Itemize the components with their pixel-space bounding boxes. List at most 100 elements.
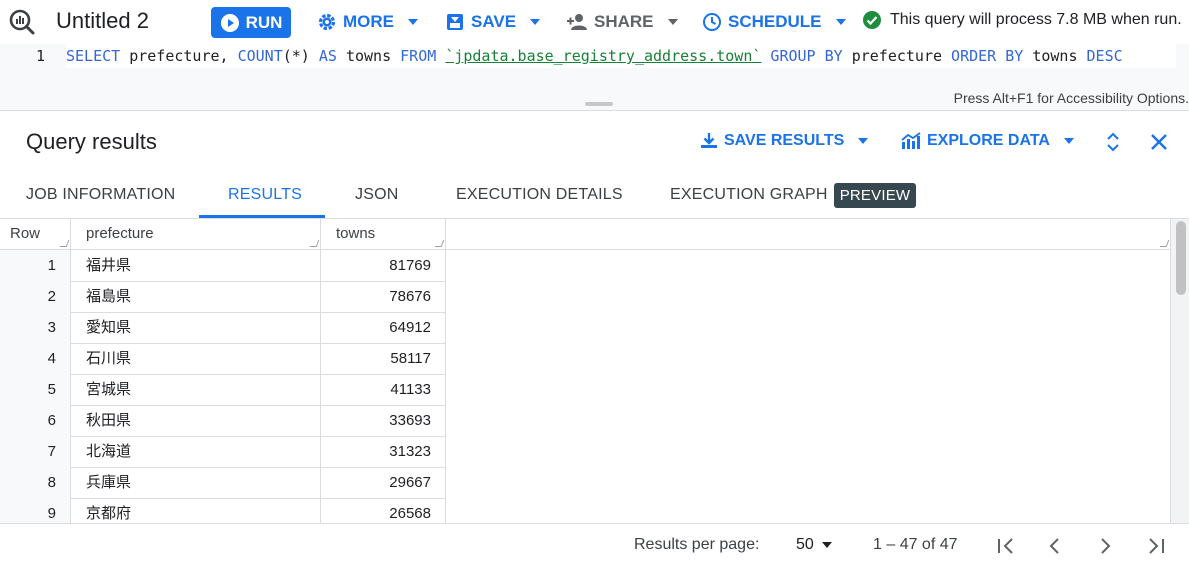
sql-line[interactable]: SELECT prefecture, COUNT(*) AS towns FRO… [66,44,1176,68]
column-header-towns[interactable]: towns [321,219,446,249]
results-title: Query results [26,129,157,154]
table-row[interactable]: 4 石川県 58117 [0,343,446,375]
explore-data-button[interactable]: EXPLORE DATA [901,132,1074,150]
row-number-cell: 7 [0,436,71,467]
table-header: Row prefecture towns [0,219,1170,250]
column-resize-handle[interactable] [309,240,320,247]
tab-json[interactable]: JSON [355,172,398,218]
chevron-down-icon [408,19,418,25]
chevron-down-icon [821,542,832,548]
tab-execution-details[interactable]: EXECUTION DETAILS [456,172,623,218]
per-page-select[interactable]: 50 [796,536,832,554]
column-header-label: prefecture [86,225,154,242]
chevron-down-icon [1063,138,1074,144]
prefecture-cell: 兵庫県 [71,467,321,498]
pagination-bar: Results per page: 50 1 – 47 of 47 [0,523,1189,565]
chevron-right-icon[interactable] [1093,534,1117,558]
status-text: This query will process 7.8 MB when run. [890,11,1182,28]
tab-execution-graph-label: EXECUTION GRAPH [670,186,828,203]
tab-execution-graph[interactable]: EXECUTION GRAPH PREVIEW [670,172,917,218]
row-number-cell: 3 [0,312,71,343]
last-page-icon[interactable] [1144,534,1168,558]
towns-cell: 41133 [321,374,446,405]
tab-results[interactable]: RESULTS [228,172,302,218]
sql-keyword: ORDER BY [951,47,1024,65]
column-header-filler [446,219,1170,249]
save-icon [447,14,463,30]
share-menu-label: SHARE [594,12,654,31]
column-header-prefecture[interactable]: prefecture [71,219,321,249]
save-results-label: SAVE RESULTS [724,132,845,149]
run-button[interactable]: RUN [211,7,291,38]
column-header-label: towns [336,225,376,242]
table-row[interactable]: 2 福島県 78676 [0,281,446,313]
sql-table-reference[interactable]: `jpdata.base_registry_address.town` [445,47,761,65]
prefecture-cell: 宮城県 [71,374,321,405]
gear-icon [318,13,336,31]
towns-cell: 26568 [321,498,446,523]
towns-cell: 29667 [321,467,446,498]
run-button-label: RUN [245,12,283,32]
table-row[interactable]: 7 北海道 31323 [0,436,446,468]
sql-keyword: FROM [400,47,437,65]
save-menu-button[interactable]: SAVE [445,10,541,34]
prefecture-cell: 秋田県 [71,405,321,436]
column-header-row[interactable]: Row [0,219,71,249]
column-resize-handle[interactable] [434,240,445,247]
towns-cell: 58117 [321,343,446,374]
sql-text: (*) [282,47,319,65]
query-tab-title[interactable]: Untitled 2 [56,8,149,34]
chevron-left-icon[interactable] [1043,534,1067,558]
save-results-button[interactable]: SAVE RESULTS [700,132,869,150]
share-menu-button[interactable]: SHARE [566,10,678,34]
table-row[interactable]: 3 愛知県 64912 [0,312,446,344]
table-row[interactable]: 8 兵庫県 29667 [0,467,446,499]
query-toolbar: Untitled 2 RUN MORE SAVE SHARE SCHEDULE … [0,0,1189,44]
schedule-menu-label: SCHEDULE [728,12,822,31]
chevron-down-icon [835,19,846,25]
sql-keyword: DESC [1086,47,1123,65]
sql-function: COUNT [237,47,283,65]
results-tabs: JOB INFORMATION RESULTS JSON EXECUTION D… [0,172,1189,219]
more-menu-label: MORE [343,12,394,31]
row-number-cell: 6 [0,405,71,436]
column-resize-handle[interactable] [1159,240,1170,247]
accessibility-hint: Press Alt+F1 for Accessibility Options. [953,90,1189,106]
vertical-scrollbar[interactable] [1170,219,1189,523]
prefecture-cell: 石川県 [71,343,321,374]
sql-keyword: SELECT [66,47,121,65]
table-row[interactable]: 6 秋田県 33693 [0,405,446,437]
sql-keyword: AS [318,47,337,65]
sql-keyword: GROUP BY [770,47,843,65]
table-row[interactable]: 1 福井県 81769 [0,250,446,282]
chevron-down-icon [667,19,678,25]
more-menu-button[interactable]: MORE [317,10,418,34]
row-number-cell: 5 [0,374,71,405]
play-circle-icon [220,13,239,32]
tab-job-information[interactable]: JOB INFORMATION [26,172,175,218]
close-icon[interactable] [1149,132,1169,152]
prefecture-cell: 京都府 [71,498,321,523]
towns-cell: 81769 [321,250,446,281]
per-page-label: Results per page: [634,536,760,553]
prefecture-cell: 北海道 [71,436,321,467]
active-tab-indicator [199,215,325,218]
towns-cell: 64912 [321,312,446,343]
first-page-icon[interactable] [994,534,1018,558]
clock-icon [703,13,721,31]
sql-text: prefecture, [120,47,238,65]
per-page-value: 50 [796,536,814,553]
table-row[interactable]: 9 京都府 26568 [0,498,446,523]
sql-editor[interactable]: 1 SELECT prefecture, COUNT(*) AS towns F… [0,44,1189,110]
table-row[interactable]: 5 宮城県 41133 [0,374,446,406]
column-resize-handle[interactable] [59,240,70,247]
line-number: 1 [36,47,46,65]
save-menu-label: SAVE [471,12,517,31]
row-number-cell: 9 [0,498,71,523]
editor-resize-handle[interactable] [585,102,613,106]
chart-icon [901,132,921,149]
schedule-menu-button[interactable]: SCHEDULE [702,10,846,34]
unfold-icon[interactable] [1104,131,1122,153]
scrollbar-thumb[interactable] [1176,221,1186,295]
